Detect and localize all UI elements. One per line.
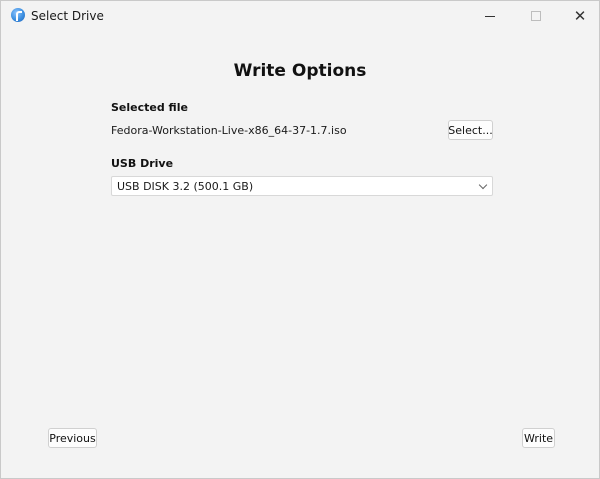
page-title: Write Options: [233, 61, 367, 81]
usb-drive-label: USB Drive: [111, 157, 174, 170]
window-title: Select Drive: [31, 9, 104, 23]
previous-button[interactable]: Previous: [48, 428, 97, 448]
selected-file-label: Selected file: [111, 101, 188, 114]
usb-drive-selected-value: USB DISK 3.2 (500.1 GB): [117, 180, 254, 193]
close-button[interactable]: ✕: [557, 1, 599, 31]
minimize-button[interactable]: [467, 1, 513, 31]
write-button[interactable]: Write: [522, 428, 555, 448]
app-icon: [11, 8, 25, 22]
minimize-icon: [485, 15, 495, 17]
close-icon: ✕: [573, 6, 587, 25]
maximize-button[interactable]: [513, 1, 559, 31]
chevron-down-icon: [478, 180, 488, 190]
select-drive-window: Select Drive ✕ Write Options Selected fi…: [0, 0, 600, 479]
selected-file-name: Fedora-Workstation-Live-x86_64-37-1.7.is…: [111, 124, 347, 137]
usb-drive-dropdown[interactable]: USB DISK 3.2 (500.1 GB): [111, 176, 493, 196]
select-file-button[interactable]: Select...: [448, 120, 493, 140]
maximize-icon: [531, 11, 541, 21]
title-bar[interactable]: Select Drive ✕: [1, 1, 599, 31]
